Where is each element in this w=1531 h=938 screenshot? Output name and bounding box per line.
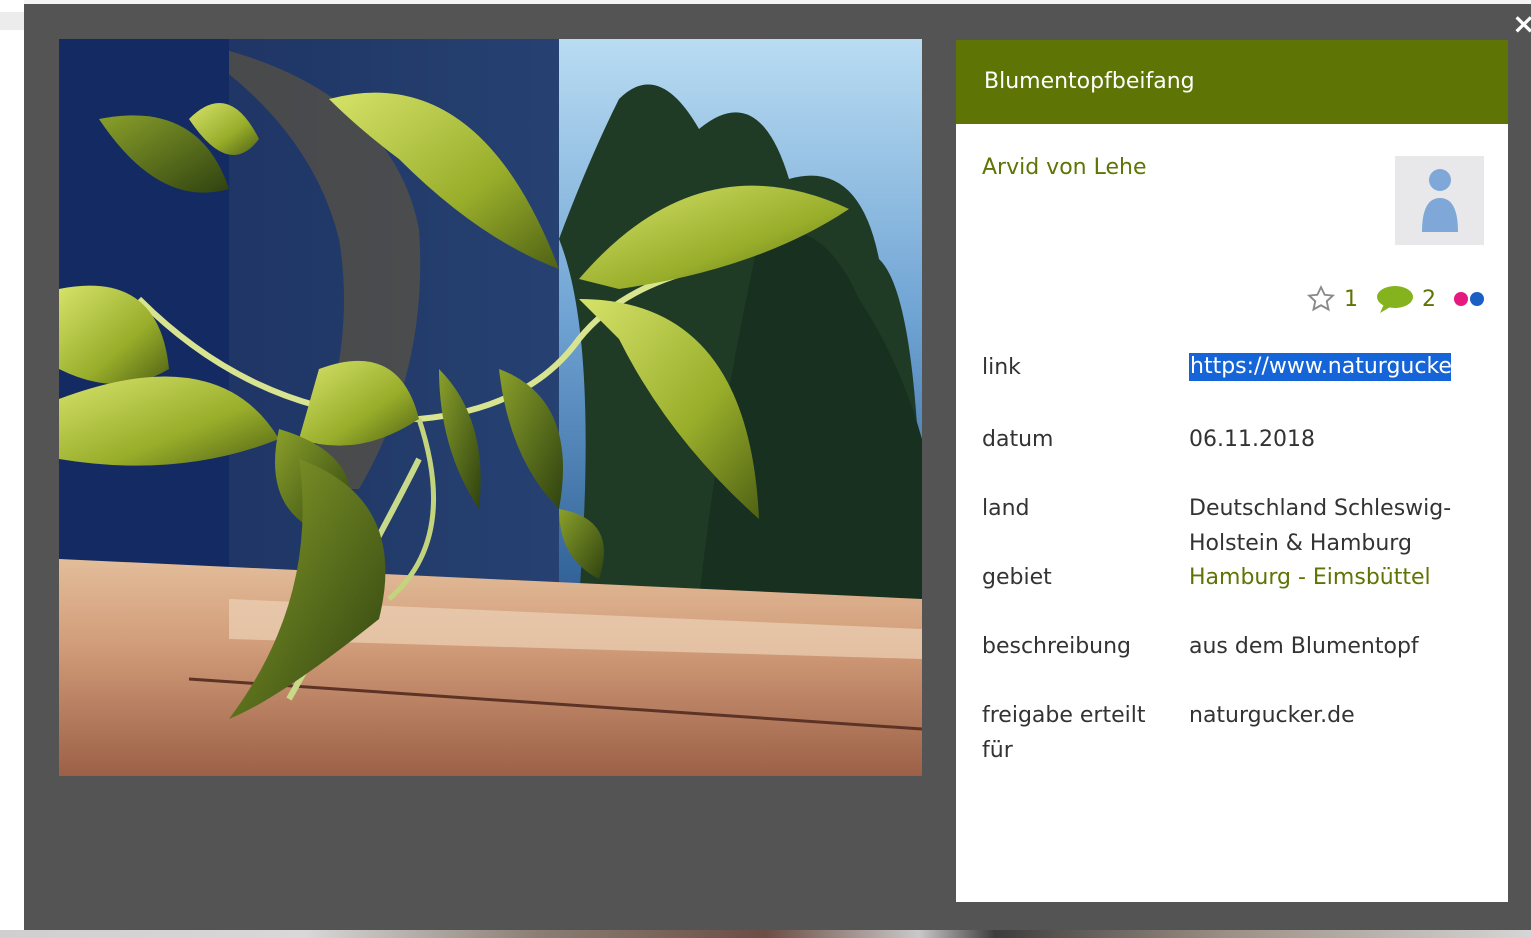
link-text[interactable]: https://www.naturgucker.de [1189, 353, 1451, 381]
gebiet-link[interactable]: Hamburg - Eimsbüttel [1189, 560, 1489, 595]
comment-count: 2 [1422, 286, 1436, 312]
background-page-edge [0, 0, 24, 938]
land-value: Deutschland Schleswig-Holstein & Hamburg [1189, 496, 1452, 556]
close-button[interactable]: × [1512, 10, 1531, 40]
datum-value: 06.11.2018 [1189, 427, 1315, 452]
link-value[interactable]: https://www.naturgucker.de [1189, 353, 1489, 392]
avatar-placeholder-icon[interactable] [1395, 156, 1484, 245]
star-count: 1 [1344, 286, 1358, 312]
two-dots-icon[interactable] [1454, 292, 1484, 306]
freigabe-value: naturgucker.de [1189, 703, 1355, 728]
observation-stats: 1 2 [1306, 284, 1484, 314]
land-label: land [982, 496, 1030, 521]
observation-detail-panel: Blumentopfbeifang Arvid von Lehe 1 2 lin… [956, 40, 1508, 902]
author-link[interactable]: Arvid von Lehe [982, 155, 1146, 180]
observation-photo[interactable] [59, 39, 922, 776]
background-page-strip [0, 930, 1531, 938]
observation-title: Blumentopfbeifang [956, 40, 1508, 124]
beschreibung-value: aus dem Blumentopf [1189, 634, 1419, 659]
beschreibung-label: beschreibung [982, 634, 1132, 659]
speech-bubble-icon[interactable] [1376, 284, 1414, 314]
link-label: link [982, 355, 1021, 380]
background-page-bar [0, 12, 24, 30]
datum-label: datum [982, 427, 1054, 452]
freigabe-label: freigabe erteilt für [982, 703, 1146, 763]
gebiet-label: gebiet [982, 565, 1052, 590]
star-outline-icon[interactable] [1306, 284, 1336, 314]
